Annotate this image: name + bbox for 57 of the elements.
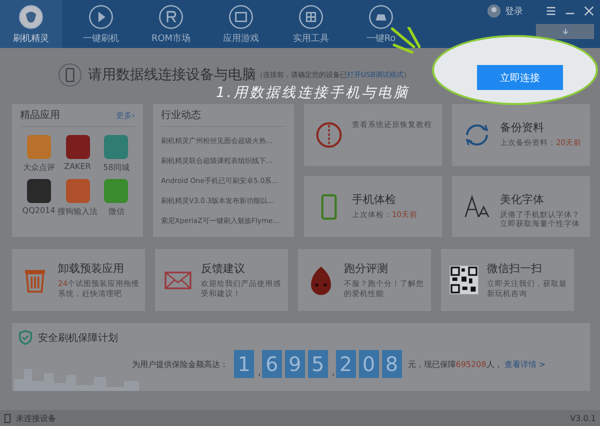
app-item[interactable]: 大众点评	[20, 135, 58, 173]
counter-digit: 1	[234, 350, 254, 378]
counter-digit: 9	[284, 350, 305, 378]
digit-separator: ,	[332, 368, 335, 378]
nav-tab-icon	[18, 4, 44, 30]
device-status: 未连接设备	[16, 412, 56, 424]
tile-title: 备份资料	[500, 120, 545, 135]
app-item[interactable]: ZAKER	[58, 135, 98, 173]
tile-title: 反馈建议	[201, 261, 246, 276]
app-item[interactable]: 微信	[98, 179, 135, 217]
card-title: 精品应用	[20, 108, 60, 122]
tile-title: 卸载预装应用	[58, 261, 125, 276]
counter-digit: 2	[336, 350, 356, 378]
digit-separator: ,	[258, 368, 261, 378]
nav-tab-icon	[158, 4, 184, 30]
counter-digit: 0	[358, 350, 379, 378]
counter-digit: 8	[382, 350, 402, 378]
nav-tab-icon	[368, 4, 394, 30]
card-title: 行业动态	[161, 108, 201, 122]
counter-digit: 5	[308, 350, 328, 378]
nav-tab[interactable]: ROM市场	[140, 0, 202, 48]
nav-tab-icon	[88, 4, 114, 30]
nav-tab-icon	[298, 4, 324, 30]
tile-icon	[449, 265, 479, 295]
nav-tab[interactable]: 一键Ro	[350, 0, 412, 48]
nav-tab[interactable]: 实用工具	[280, 0, 342, 48]
nav-tab[interactable]: 一键刷机	[70, 0, 132, 48]
shield-icon	[18, 330, 33, 345]
phone-icon	[58, 63, 82, 87]
insured-amount-label: 为用户提供保险金额高达：	[132, 359, 228, 370]
connect-now-button[interactable]: 立即连接	[477, 65, 563, 90]
tile-icon	[314, 120, 344, 150]
close-icon[interactable]	[584, 6, 594, 16]
more-link[interactable]: 更多›	[116, 110, 135, 120]
counter-digit: 6	[262, 350, 282, 378]
handwritten-annotation: 1.用数据线连接手机与电脑	[216, 84, 410, 102]
insured-users-text: 元，现已保障695208人，	[408, 359, 502, 370]
user-avatar-icon[interactable]	[487, 4, 501, 18]
download-icon	[560, 26, 570, 37]
login-link[interactable]: 登录	[505, 4, 523, 18]
menu-icon[interactable]	[546, 6, 556, 16]
tile-title: 手机体检	[352, 192, 397, 206]
tile-title: 微信扫一扫	[487, 261, 543, 276]
nav-tab[interactable]: 应用游戏	[210, 0, 272, 48]
connect-instruction: 请用数据线连接设备与电脑	[88, 66, 256, 84]
app-item[interactable]: 搜狗输入法	[58, 179, 98, 217]
device-icon	[4, 414, 11, 422]
nav-tab-icon	[228, 4, 254, 30]
tile-title: 跑分评测	[344, 261, 389, 276]
app-item[interactable]: 58同城	[98, 135, 135, 173]
tile-title: 美化字体	[500, 192, 545, 206]
download-button[interactable]	[536, 24, 594, 39]
app-item[interactable]: QQ2014	[20, 179, 58, 217]
version-label: V3.0.1	[570, 414, 596, 422]
banner-title: 安全刷机保障计划	[38, 332, 118, 344]
view-details-link[interactable]: 查看详情 >	[504, 359, 546, 370]
nav-tab[interactable]: 刷机精灵	[0, 0, 62, 48]
